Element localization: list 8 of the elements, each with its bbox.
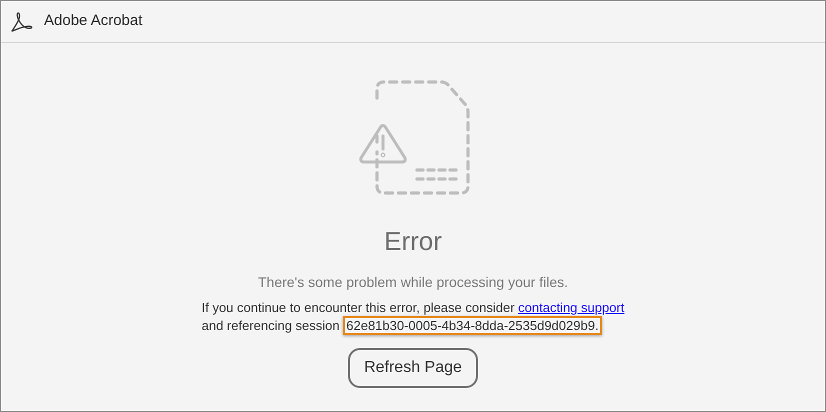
error-details: If you continue to encounter this error, please consider contacting support and referencing session 62e81b30-0005-4b34-8dda-2535d9d029b9. (202, 299, 624, 335)
refresh-page-button[interactable]: Refresh Page (348, 348, 478, 388)
error-message: There's some problem while processing your files. (258, 273, 568, 292)
window-title: Adobe Acrobat (44, 11, 142, 32)
error-heading: Error (384, 226, 442, 256)
acrobat-logo-icon (10, 10, 34, 34)
contact-support-link[interactable]: contacting support (518, 300, 624, 315)
session-id-highlight: 62e81b30-0005-4b34-8dda-2535d9d029b9. (343, 316, 602, 335)
